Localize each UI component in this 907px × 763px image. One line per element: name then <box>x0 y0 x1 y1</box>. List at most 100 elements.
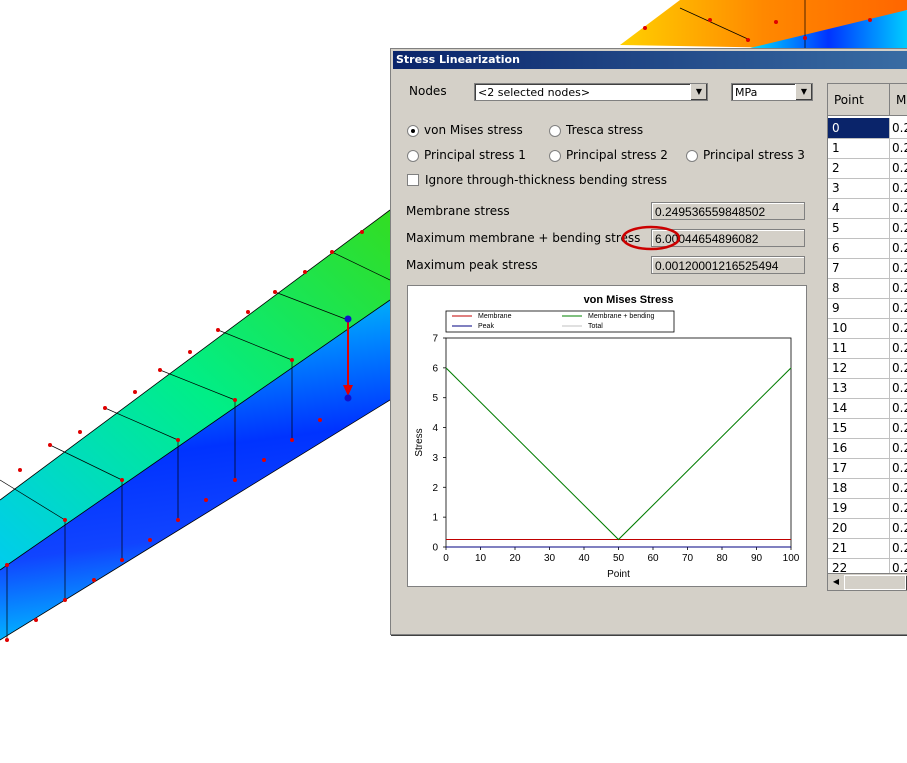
max-peak-stress-label: Maximum peak stress <box>406 258 538 272</box>
ignore-bending-checkbox[interactable] <box>407 174 419 186</box>
cell-point: 3 <box>828 178 890 198</box>
cell-membrane: 0.2 <box>892 441 907 455</box>
cell-membrane: 0.2 <box>892 381 907 395</box>
table-row[interactable]: 00.2 <box>828 118 907 139</box>
cell-point: 4 <box>828 198 890 218</box>
cell-point: 15 <box>828 418 890 438</box>
x-tick-label: 80 <box>716 553 728 564</box>
plot-area <box>445 337 792 548</box>
cell-point: 2 <box>828 158 890 178</box>
max-membrane-bending-label: Maximum membrane + bending stress <box>406 231 641 245</box>
cell-membrane: 0.2 <box>892 341 907 355</box>
cell-membrane: 0.2 <box>892 161 907 175</box>
table-row[interactable]: 200.2 <box>828 518 907 539</box>
max-peak-stress-field[interactable]: 0.00120001216525494 <box>651 256 805 274</box>
cell-membrane: 0.2 <box>892 541 907 555</box>
table-row[interactable]: 90.2 <box>828 298 907 319</box>
cell-point: 6 <box>828 238 890 258</box>
column-header-point[interactable]: Point <box>828 84 890 116</box>
table-row[interactable]: 190.2 <box>828 498 907 519</box>
x-tick-label: 60 <box>647 553 659 564</box>
y-tick-label: 0 <box>432 543 438 554</box>
principal1-radio[interactable] <box>407 150 419 162</box>
cell-membrane: 0.2 <box>892 301 907 315</box>
y-tick-label: 1 <box>432 513 438 524</box>
principal2-radio[interactable] <box>549 150 561 162</box>
cell-point: 16 <box>828 438 890 458</box>
tresca-radio[interactable] <box>549 125 561 137</box>
cell-point: 17 <box>828 458 890 478</box>
legend-entry: Total <box>588 323 603 330</box>
highlight-ellipse <box>621 225 681 251</box>
stress-linearization-dialog: Stress Linearization Nodes <2 selected n… <box>390 48 907 635</box>
table-row[interactable]: 180.2 <box>828 478 907 499</box>
x-tick-label: 10 <box>475 553 487 564</box>
cell-membrane: 0.2 <box>892 221 907 235</box>
y-tick-label: 7 <box>432 334 438 345</box>
table-row[interactable]: 120.2 <box>828 358 907 379</box>
cell-membrane: 0.2 <box>892 121 907 135</box>
cell-point: 11 <box>828 338 890 358</box>
x-axis-label: Point <box>607 569 630 580</box>
table-row[interactable]: 160.2 <box>828 438 907 459</box>
von-mises-radio[interactable] <box>407 125 419 137</box>
table-row[interactable]: 80.2 <box>828 278 907 299</box>
cell-point: 10 <box>828 318 890 338</box>
table-row[interactable]: 110.2 <box>828 338 907 359</box>
cell-point: 22 <box>828 558 890 574</box>
units-combobox[interactable]: MPa ▼ <box>731 83 813 101</box>
table-row[interactable]: 210.2 <box>828 538 907 559</box>
table-row[interactable]: 100.2 <box>828 318 907 339</box>
nodes-combobox[interactable]: <2 selected nodes> ▼ <box>474 83 708 101</box>
cell-membrane: 0.2 <box>892 181 907 195</box>
near-beam <box>0 209 391 642</box>
cell-membrane: 0.2 <box>892 321 907 335</box>
table-row[interactable]: 40.2 <box>828 198 907 219</box>
membrane-stress-field[interactable]: 0.249536559848502 <box>651 202 805 220</box>
legend-entry: Peak <box>478 323 494 330</box>
far-beam <box>620 0 907 48</box>
table-row[interactable]: 10.2 <box>828 138 907 159</box>
cell-point: 7 <box>828 258 890 278</box>
cell-membrane: 0.2 <box>892 501 907 515</box>
cell-membrane: 0.2 <box>892 281 907 295</box>
nodes-label: Nodes <box>409 84 447 98</box>
cell-membrane: 0.2 <box>892 261 907 275</box>
principal3-label: Principal stress 3 <box>703 148 805 162</box>
chevron-down-icon[interactable]: ▼ <box>795 84 812 100</box>
cell-membrane: 0.2 <box>892 481 907 495</box>
units-value: MPa <box>735 86 758 99</box>
table-row[interactable]: 130.2 <box>828 378 907 399</box>
x-tick-label: 70 <box>682 553 694 564</box>
y-tick-label: 4 <box>432 423 438 434</box>
horizontal-scrollbar[interactable]: ◀ <box>828 573 907 590</box>
x-tick-label: 90 <box>751 553 763 564</box>
x-tick-label: 40 <box>578 553 590 564</box>
tresca-label: Tresca stress <box>566 123 644 137</box>
x-tick-label: 0 <box>443 553 449 564</box>
cell-point: 0 <box>828 118 890 138</box>
legend-entry: Membrane + bending <box>588 313 654 320</box>
principal3-radio[interactable] <box>686 150 698 162</box>
cell-point: 12 <box>828 358 890 378</box>
principal1-label: Principal stress 1 <box>424 148 526 162</box>
cell-membrane: 0.2 <box>892 421 907 435</box>
chevron-down-icon[interactable]: ▼ <box>690 84 707 100</box>
table-row[interactable]: 150.2 <box>828 418 907 439</box>
table-row[interactable]: 70.2 <box>828 258 907 279</box>
table-row[interactable]: 50.2 <box>828 218 907 239</box>
cell-point: 19 <box>828 498 890 518</box>
series-line-1 <box>445 367 792 541</box>
column-header-membrane[interactable]: Me <box>890 84 907 116</box>
scroll-thumb[interactable] <box>844 575 906 590</box>
table-row[interactable]: 20.2 <box>828 158 907 179</box>
table-row[interactable]: 30.2 <box>828 178 907 199</box>
y-tick-label: 6 <box>432 363 438 374</box>
table-row[interactable]: 60.2 <box>828 238 907 259</box>
cell-point: 13 <box>828 378 890 398</box>
table-row[interactable]: 140.2 <box>828 398 907 419</box>
table-row[interactable]: 170.2 <box>828 458 907 479</box>
x-tick-label: 50 <box>613 553 625 564</box>
table-row[interactable]: 220.2 <box>828 558 907 574</box>
scroll-left-icon[interactable]: ◀ <box>830 576 842 588</box>
